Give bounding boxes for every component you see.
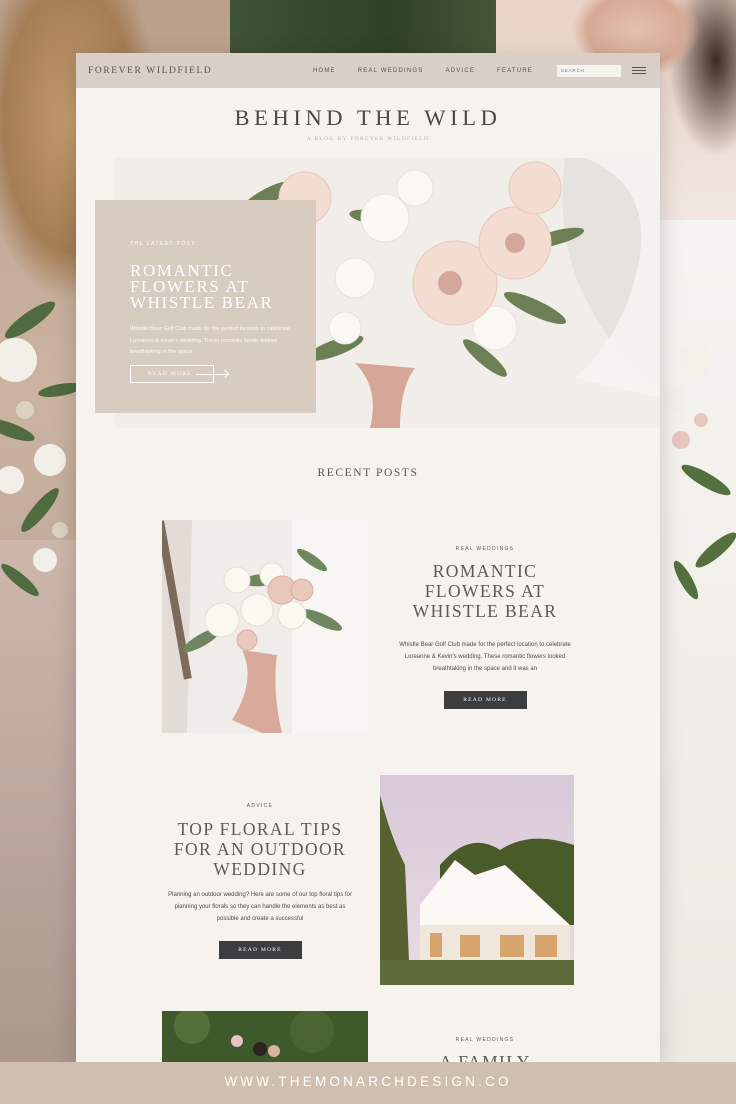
post-title[interactable]: TOP FLORAL TIPS FOR AN OUTDOOR WEDDING [158, 819, 362, 879]
post-category[interactable]: REAL WEDDINGS [392, 546, 578, 552]
nav-feature[interactable]: FEATURE [497, 68, 533, 74]
recent-posts-heading: RECENT POSTS [317, 467, 419, 479]
nav-links: HOME REAL WEDDINGS ADVICE FEATURE [313, 68, 533, 74]
hamburger-menu-icon[interactable] [632, 64, 646, 76]
post-excerpt: Whistle Bear Golf Club made for the perf… [399, 642, 571, 672]
post-image-tent[interactable] [380, 775, 574, 985]
brand-logo[interactable]: FOREVER WILDFIELD [88, 66, 313, 76]
hero-read-more-button[interactable]: READ MORE [130, 364, 228, 383]
blog-subtitle: A BLOG BY FOREVER WILDFIELD [306, 136, 430, 142]
arrow-right-icon [196, 373, 228, 375]
blog-website: FOREVER WILDFIELD HOME REAL WEDDINGS ADV… [76, 53, 660, 1062]
post-category[interactable]: ADVICE [158, 803, 362, 809]
hero-post-excerpt: Whistle Bear Golf Club made for the perf… [130, 326, 290, 355]
post-card: REAL WEDDINGS A FAMILY [392, 1037, 578, 1062]
search-input[interactable] [557, 64, 621, 77]
post-category[interactable]: REAL WEDDINGS [392, 1037, 578, 1043]
post-image-bouquet[interactable] [162, 520, 368, 733]
hero-read-more-label: READ MORE [148, 370, 192, 377]
nav-advice[interactable]: ADVICE [445, 68, 475, 74]
post-title[interactable]: ROMANTIC FLOWERS AT WHISTLE BEAR [392, 561, 578, 621]
post-title[interactable]: A FAMILY [392, 1052, 578, 1062]
hero-latest-post-card: THE LATEST POST ROMANTIC FLOWERS AT WHIS… [95, 200, 316, 413]
bouquet-left-image [0, 301, 82, 597]
navbar: FOREVER WILDFIELD HOME REAL WEDDINGS ADV… [76, 53, 660, 88]
post-image-family[interactable] [162, 1011, 368, 1062]
post-card: ADVICE TOP FLORAL TIPS FOR AN OUTDOOR WE… [158, 803, 362, 959]
nav-home[interactable]: HOME [313, 68, 336, 74]
blog-title: BEHIND THE WILD [234, 105, 502, 130]
bouquet-right-image [664, 344, 736, 600]
post-excerpt: Planning an outdoor wedding? Here are so… [168, 892, 352, 922]
bouquet-photo [162, 520, 368, 733]
hero-post-title[interactable]: ROMANTIC FLOWERS AT WHISTLE BEAR [130, 262, 316, 311]
post-card: REAL WEDDINGS ROMANTIC FLOWERS AT WHISTL… [392, 546, 578, 709]
read-more-button[interactable]: READ MORE [218, 941, 302, 959]
family-photo [162, 1011, 368, 1062]
latest-post-tag: THE LATEST POST [130, 241, 196, 247]
tent-photo [380, 775, 574, 985]
read-more-button[interactable]: READ MORE [443, 691, 527, 709]
footer-url-banner[interactable]: WWW.THEMONARCHDESIGN.CO [0, 1062, 736, 1104]
nav-real-weddings[interactable]: REAL WEDDINGS [358, 68, 424, 74]
